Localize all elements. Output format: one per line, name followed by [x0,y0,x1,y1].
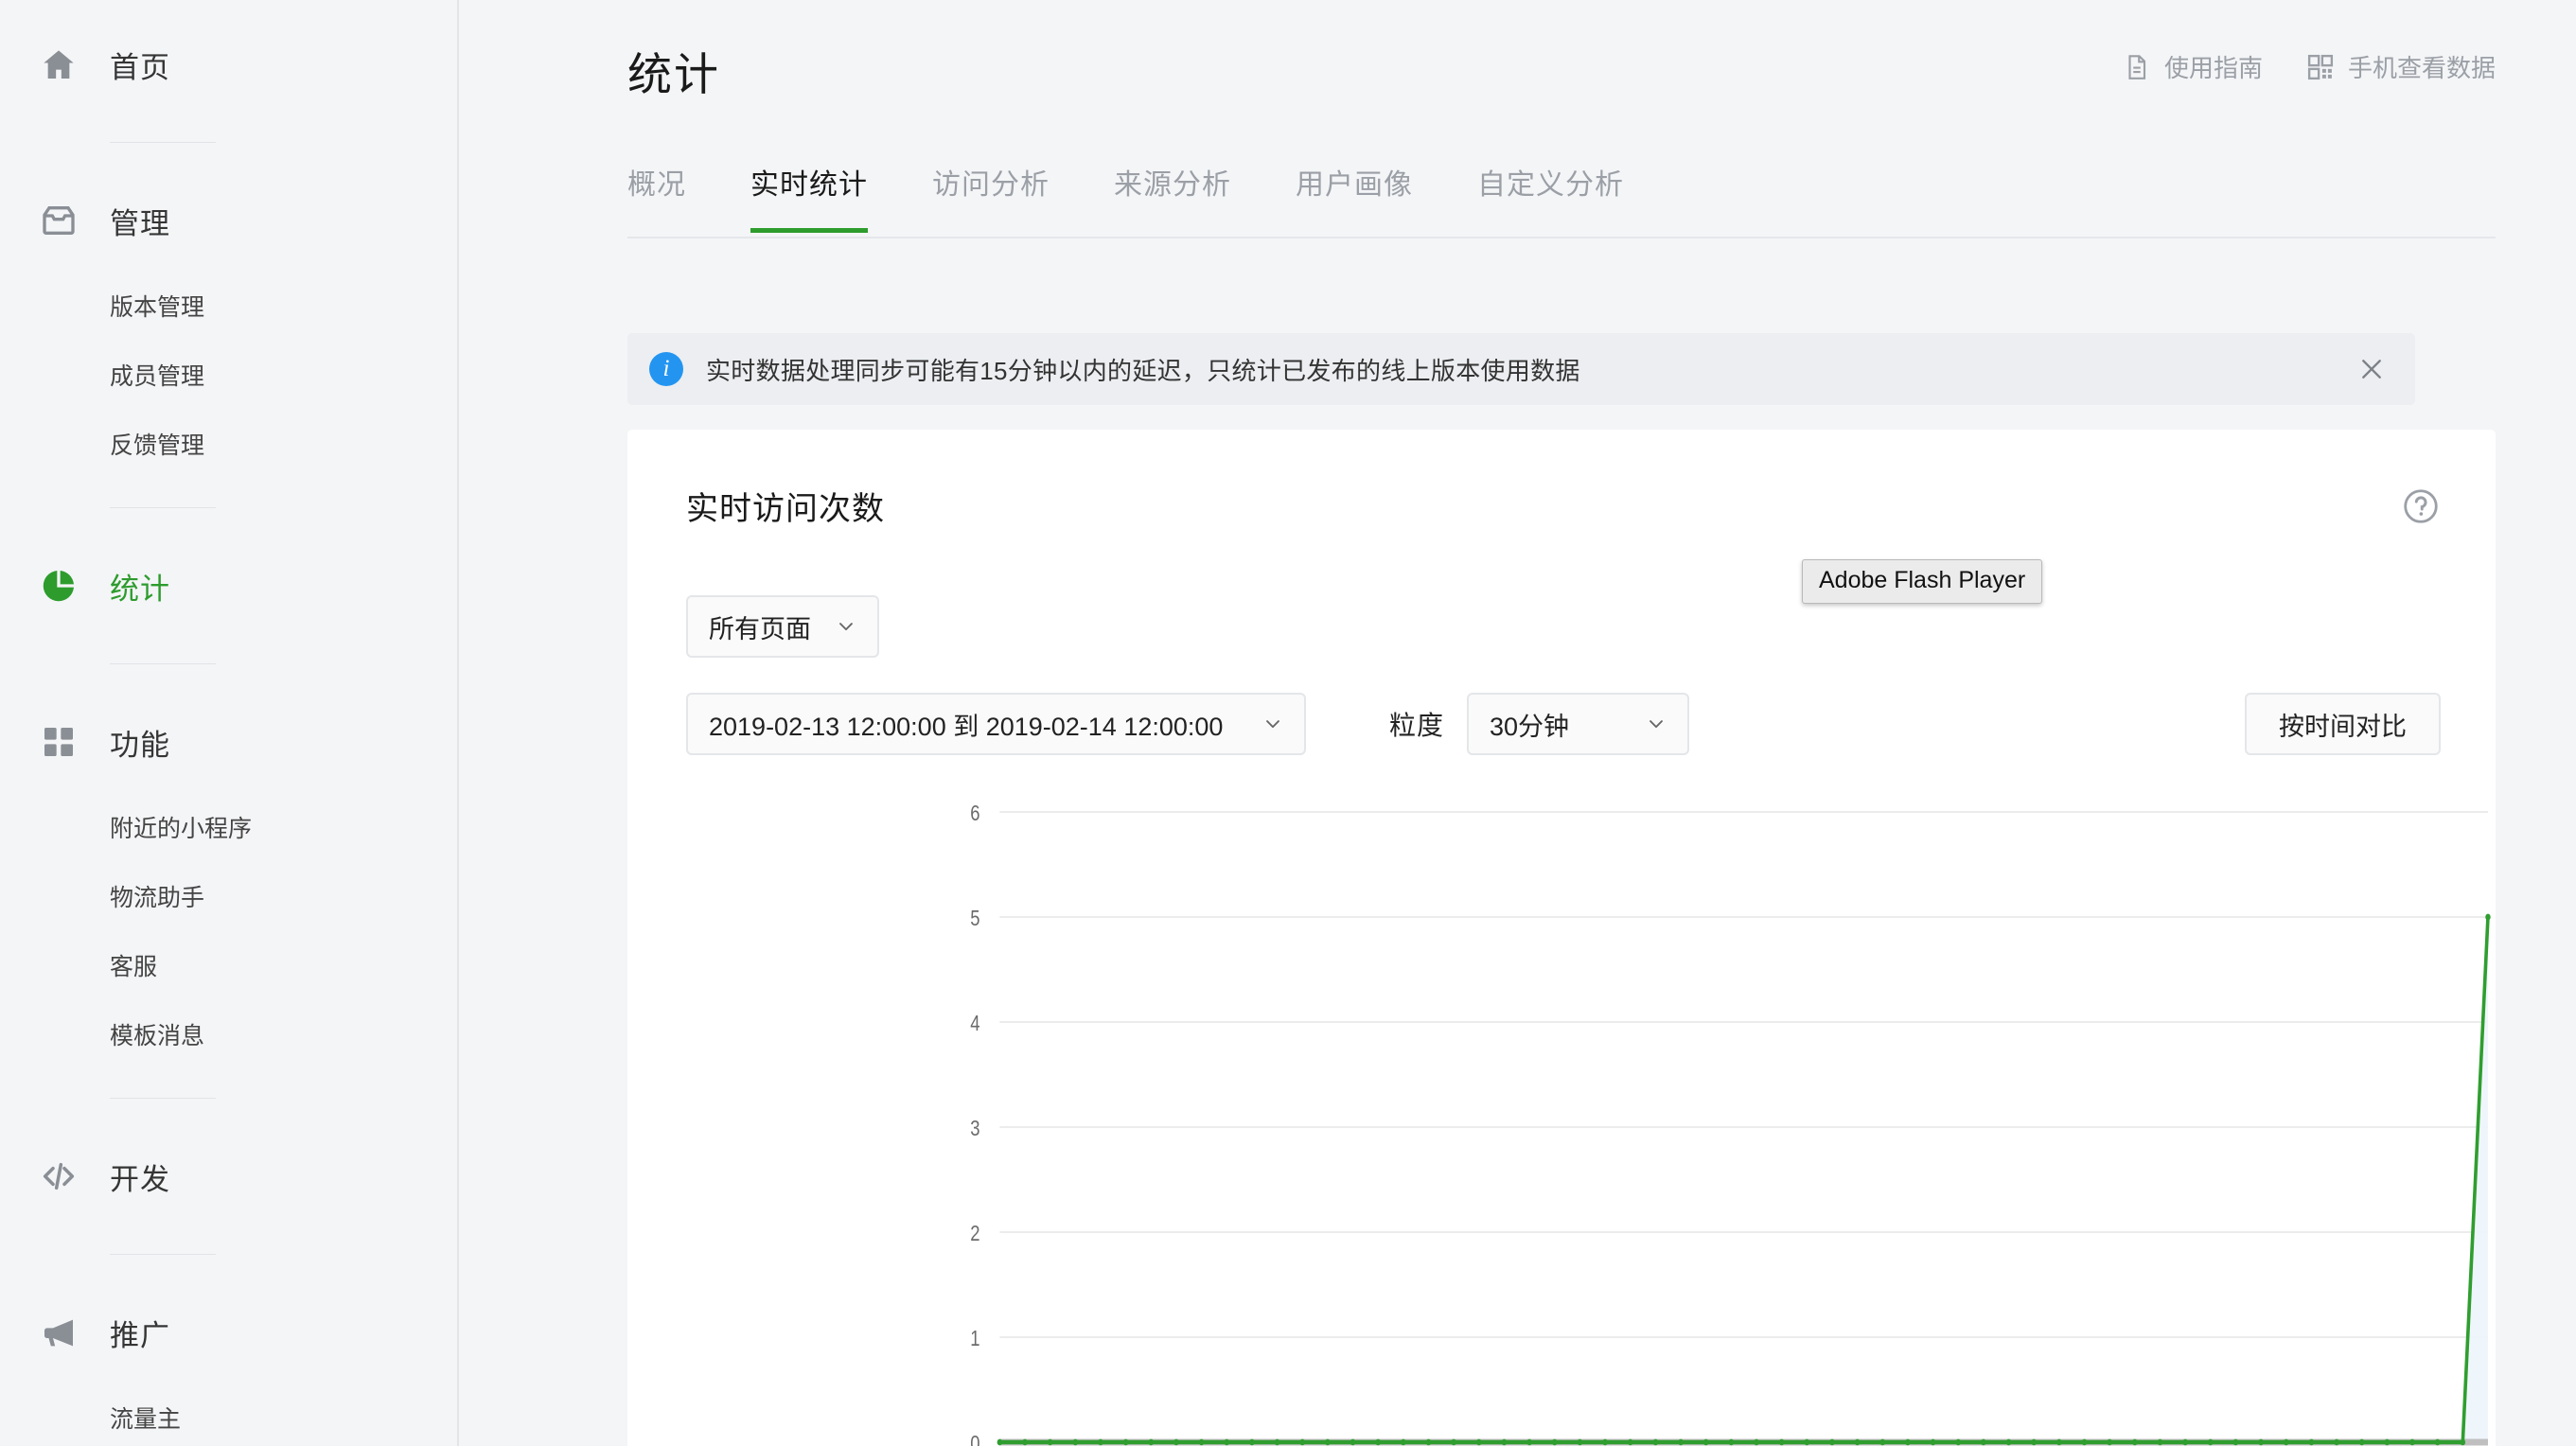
svg-text:3: 3 [970,1117,979,1140]
svg-text:6: 6 [970,802,979,825]
info-banner-text: 实时数据处理同步可能有15分钟以内的延迟，只统计已发布的线上版本使用数据 [706,356,1580,385]
sidebar-group-functions: 功能 附近的小程序 物流助手 客服 模板消息 [0,698,457,1133]
sidebar-label: 首页 [110,50,170,84]
tab-user-profile[interactable]: 用户画像 [1296,140,1413,231]
tab-bar: 概况 实时统计 访问分析 来源分析 用户画像 自定义分析 [627,140,2496,238]
sidebar-group-home: 首页 [0,21,457,177]
granularity-value: 30分钟 [1490,712,1570,741]
sidebar-subitem-template-msg[interactable]: 模板消息 [0,1002,457,1071]
sidebar-item-manage[interactable]: 管理 [0,177,457,264]
realtime-visits-card: 实时访问次数 所有页面 2019-02-13 12:00:00 到 2019-0… [627,430,2496,1446]
sidebar-subitem-logistics[interactable]: 物流助手 [0,864,457,933]
close-icon[interactable] [2353,350,2391,388]
chevron-down-icon [836,616,856,637]
main-content: 统计 使用指南 手机查看数据 概况 实时统计 访问分析 来源分析 用户画像 自定… [459,0,2576,1446]
page-select[interactable]: 所有页面 [686,595,879,658]
chevron-down-icon [1262,714,1283,734]
document-icon [2123,53,2151,81]
tab-overview[interactable]: 概况 [627,140,686,231]
qrcode-icon [2306,53,2335,81]
sidebar-subitem-feedback[interactable]: 反馈管理 [0,412,457,481]
card-title: 实时访问次数 [686,491,885,527]
info-banner: i 实时数据处理同步可能有15分钟以内的延迟，只统计已发布的线上版本使用数据 [627,333,2415,405]
tab-realtime[interactable]: 实时统计 [750,140,868,233]
help-circle-icon[interactable] [2401,486,2441,526]
granularity-select[interactable]: 30分钟 [1467,693,1690,755]
sidebar-label: 管理 [110,206,170,240]
sidebar-label: 开发 [110,1162,170,1196]
chevron-down-icon [1646,714,1667,734]
tab-visit-analysis[interactable]: 访问分析 [932,140,1050,231]
topbar: 统计 使用指南 手机查看数据 [459,0,2576,140]
flash-player-tooltip: Adobe Flash Player [1802,559,2043,604]
sidebar-item-develop[interactable]: 开发 [0,1133,457,1220]
statistics-page: 首页 管理 版本管理 成员管理 反馈管理 统计 功能 附近的小程序 物流助手 客… [0,0,2576,1446]
header-actions: 使用指南 手机查看数据 [2123,49,2496,84]
sidebar-group-develop: 开发 [0,1133,457,1289]
usage-guide-button[interactable]: 使用指南 [2123,49,2263,84]
tab-custom-analysis[interactable]: 自定义分析 [1477,140,1624,231]
mobile-view-label: 手机查看数据 [2347,54,2496,82]
sidebar: 首页 管理 版本管理 成员管理 反馈管理 统计 功能 附近的小程序 物流助手 客… [0,0,459,1446]
page-title: 统计 [627,49,720,99]
svg-text:0: 0 [970,1432,979,1446]
inbox-icon [38,200,79,241]
usage-guide-label: 使用指南 [2163,54,2263,82]
compare-by-time-button[interactable]: 按时间对比 [2245,693,2441,755]
sidebar-label: 功能 [110,728,170,762]
sidebar-group-statistics: 统计 [0,542,457,698]
page-select-value: 所有页面 [709,614,811,644]
info-icon: i [649,352,683,386]
sidebar-item-home[interactable]: 首页 [0,21,457,108]
sidebar-label: 推广 [110,1318,170,1352]
date-range-picker[interactable]: 2019-02-13 12:00:00 到 2019-02-14 12:00:0… [686,693,1306,755]
sidebar-label: 统计 [110,572,170,606]
home-icon [38,44,79,85]
svg-text:2: 2 [970,1222,979,1245]
sidebar-group-manage: 管理 版本管理 成员管理 反馈管理 [0,177,457,542]
code-icon [38,1155,79,1197]
sidebar-subitem-service[interactable]: 客服 [0,933,457,1002]
date-range-value: 2019-02-13 12:00:00 到 2019-02-14 12:00:0… [709,712,1224,741]
sidebar-subitem-member[interactable]: 成员管理 [0,343,457,412]
sidebar-item-functions[interactable]: 功能 [0,698,457,785]
sidebar-item-statistics[interactable]: 统计 [0,542,457,629]
sidebar-group-promote: 推广 流量主 广告主 [0,1289,457,1446]
pie-chart-icon [38,565,79,607]
sidebar-item-promote[interactable]: 推广 [0,1289,457,1376]
svg-text:1: 1 [970,1327,979,1350]
megaphone-icon [38,1312,79,1353]
sidebar-subitem-version[interactable]: 版本管理 [0,273,457,343]
svg-text:5: 5 [970,907,979,930]
mobile-view-button[interactable]: 手机查看数据 [2306,49,2496,84]
sidebar-subitem-nearby[interactable]: 附近的小程序 [0,795,457,864]
grid-icon [38,721,79,763]
granularity-label: 粒度 [1389,711,1445,740]
sidebar-subitem-traffic-owner[interactable]: 流量主 [0,1385,457,1446]
realtime-visits-chart: 01234562019-02-13 20:152019-02-13 23:152… [627,789,2496,1446]
tab-source-analysis[interactable]: 来源分析 [1114,140,1231,231]
svg-text:4: 4 [970,1012,979,1035]
